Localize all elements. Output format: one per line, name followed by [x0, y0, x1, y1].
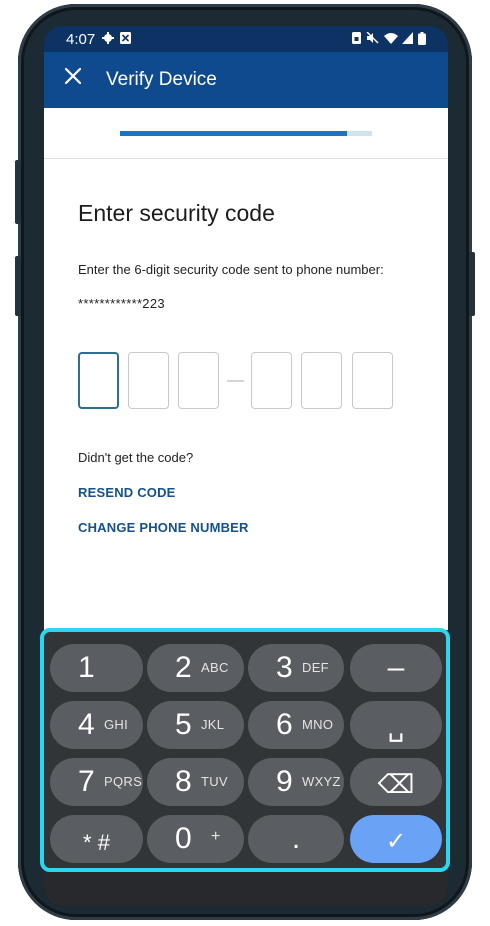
gear-icon — [102, 32, 114, 47]
screen: 4:07 Verify Device Enter security code E… — [44, 26, 448, 906]
key-6-label: 6 — [276, 708, 293, 741]
key-2[interactable]: 2 ABC — [147, 644, 244, 692]
code-digit-2[interactable] — [128, 352, 169, 409]
code-digit-1[interactable] — [78, 352, 119, 409]
key-star-hash-label: * # — [83, 830, 110, 855]
key-0-letters: + — [211, 828, 221, 845]
numeric-keyboard: 1 2 ABC 3 DEF – 4 GHI 5 JKL 6 MNO ␣ 7 PQRS 8 TUV 9 WXYZ ⌫ * … — [44, 630, 448, 870]
signal-icon — [402, 32, 413, 47]
key-space-label: ␣ — [387, 712, 405, 742]
volume-button — [15, 160, 21, 224]
change-phone-number-link[interactable]: CHANGE PHONE NUMBER — [78, 520, 249, 535]
section-heading: Enter security code — [78, 200, 275, 226]
notification-icon — [120, 32, 131, 47]
key-2-letters: ABC — [201, 660, 229, 675]
main-content: Enter security code Enter the 6-digit se… — [44, 108, 448, 630]
navigation-bar — [44, 870, 448, 906]
key-space[interactable]: ␣ — [350, 701, 442, 749]
key-5[interactable]: 5 JKL — [147, 701, 244, 749]
key-6[interactable]: 6 MNO — [248, 701, 344, 749]
key-3-label: 3 — [276, 651, 293, 684]
code-digit-4[interactable] — [251, 352, 292, 409]
key-0[interactable]: 0 + — [147, 815, 244, 863]
resend-code-link[interactable]: RESEND CODE — [78, 485, 176, 500]
key-9-label: 9 — [276, 765, 293, 798]
key-backspace[interactable]: ⌫ — [350, 758, 442, 806]
instruction-text: Enter the 6-digit security code sent to … — [78, 262, 384, 277]
sim-icon — [352, 32, 361, 47]
key-6-letters: MNO — [302, 717, 334, 732]
power-button — [15, 256, 21, 316]
key-7-label: 7 — [78, 765, 95, 798]
key-1[interactable]: 1 — [50, 644, 143, 692]
didnt-get-code-text: Didn't get the code? — [78, 450, 194, 465]
status-time: 4:07 — [66, 31, 96, 48]
status-bar: 4:07 — [44, 26, 448, 52]
progress-fill — [120, 131, 347, 136]
key-5-letters: JKL — [201, 717, 225, 732]
divider — [44, 158, 448, 159]
app-bar: Verify Device — [44, 52, 448, 108]
key-8[interactable]: 8 TUV — [147, 758, 244, 806]
code-separator — [227, 380, 244, 382]
key-4-label: 4 — [78, 708, 95, 741]
masked-phone-number: ************223 — [78, 296, 165, 311]
key-7-letters: PQRS — [104, 774, 143, 789]
key-4-letters: GHI — [104, 717, 129, 732]
key-backspace-label: ⌫ — [377, 769, 415, 799]
page-title: Verify Device — [106, 69, 217, 90]
key-0-label: 0 — [175, 822, 192, 855]
key-8-label: 8 — [175, 765, 192, 798]
key-9[interactable]: 9 WXYZ — [248, 758, 344, 806]
close-icon[interactable] — [62, 64, 84, 92]
key-enter-label: ✓ — [385, 828, 407, 855]
key-minus-label: – — [387, 651, 405, 684]
key-1-label: 1 — [78, 651, 95, 684]
key-3-letters: DEF — [302, 660, 329, 675]
key-period-label: . — [291, 822, 301, 855]
key-9-letters: WXYZ — [302, 774, 341, 789]
key-2-label: 2 — [175, 651, 192, 684]
key-3[interactable]: 3 DEF — [248, 644, 344, 692]
key-8-letters: TUV — [201, 774, 228, 789]
battery-icon — [418, 32, 426, 48]
progress-bar — [120, 131, 372, 136]
mute-icon — [366, 31, 379, 47]
code-digit-3[interactable] — [178, 352, 219, 409]
key-period[interactable]: . — [248, 815, 344, 863]
key-minus[interactable]: – — [350, 644, 442, 692]
key-5-label: 5 — [175, 708, 192, 741]
key-star-hash[interactable]: * # — [50, 815, 143, 863]
key-4[interactable]: 4 GHI — [50, 701, 143, 749]
code-digit-5[interactable] — [301, 352, 342, 409]
wifi-icon — [384, 32, 398, 47]
code-digit-6[interactable] — [352, 352, 393, 409]
key-enter[interactable]: ✓ — [350, 815, 442, 863]
side-button-right — [469, 252, 475, 316]
key-7[interactable]: 7 PQRS — [50, 758, 143, 806]
